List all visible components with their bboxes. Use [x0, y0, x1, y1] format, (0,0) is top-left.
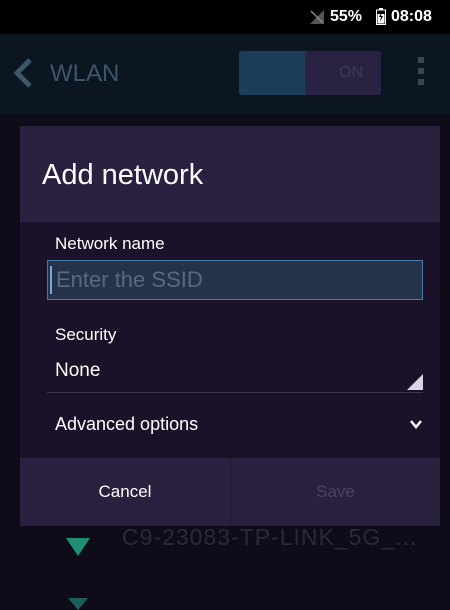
- dialog-title: Add network: [42, 159, 204, 191]
- security-dropdown[interactable]: None: [47, 352, 423, 393]
- wifi-signal-icon: [68, 598, 88, 610]
- chevron-down-icon: [410, 420, 422, 429]
- ssid-label: Network name: [55, 234, 165, 253]
- security-label: Security: [55, 325, 117, 344]
- more-options-icon[interactable]: [415, 54, 427, 94]
- advanced-options-toggle[interactable]: Advanced options: [47, 412, 423, 442]
- no-sim-icon: [310, 10, 324, 24]
- back-arrow-icon[interactable]: [12, 58, 34, 88]
- dialog-header: Add network: [20, 126, 440, 222]
- status-bar: 55% 08:08: [0, 0, 450, 34]
- dropdown-triangle-icon: [407, 374, 423, 390]
- toggle-label: ON: [339, 64, 363, 81]
- add-network-dialog: Add network Network name Security None A…: [20, 126, 440, 526]
- security-value: None: [55, 360, 101, 381]
- cancel-button[interactable]: Cancel: [20, 458, 230, 526]
- advanced-options-label: Advanced options: [55, 414, 199, 434]
- ssid-input[interactable]: [47, 260, 423, 300]
- wifi-signal-icon: [66, 538, 90, 556]
- battery-charging-icon: [376, 8, 386, 25]
- text-cursor: [50, 266, 52, 294]
- wlan-toggle[interactable]: ON: [239, 51, 381, 95]
- save-button[interactable]: Save: [230, 458, 440, 526]
- battery-percentage: 55%: [330, 8, 363, 25]
- page-title: WLAN: [50, 60, 120, 87]
- app-bar: WLAN ON: [0, 34, 450, 114]
- dialog-actions: Cancel Save: [20, 458, 440, 526]
- dialog-body: Network name Security None Advanced opti…: [20, 222, 440, 458]
- clock: 08:08: [391, 8, 432, 25]
- network-list-item[interactable]: C9-23083-TP-LINK_5G_...: [122, 524, 417, 551]
